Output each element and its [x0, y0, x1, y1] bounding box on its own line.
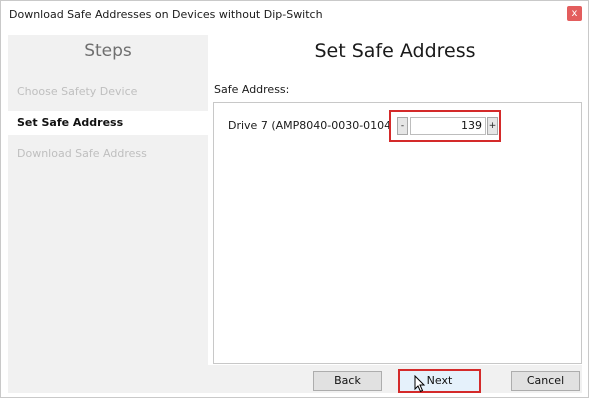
safe-address-stepper: - 139 +: [389, 110, 501, 142]
safe-address-input[interactable]: 139: [410, 117, 486, 135]
next-button[interactable]: Next: [398, 369, 481, 393]
cancel-button[interactable]: Cancel: [511, 371, 580, 391]
step-download-safe-address: Download Safe Address: [17, 147, 147, 160]
step-choose-safety-device: Choose Safety Device: [17, 85, 138, 98]
step-set-safe-address: Set Safe Address: [8, 111, 208, 135]
increment-button[interactable]: +: [487, 117, 498, 135]
back-button[interactable]: Back: [313, 371, 382, 391]
window-title: Download Safe Addresses on Devices witho…: [9, 8, 323, 21]
close-button[interactable]: x: [567, 6, 582, 21]
steps-panel: Steps Choose Safety Device Set Safe Addr…: [8, 35, 208, 365]
decrement-button[interactable]: -: [397, 117, 408, 135]
device-name-label: Drive 7 (AMP8040-0030-0104): [228, 119, 396, 132]
button-bar: [8, 365, 582, 393]
title-bar: Download Safe Addresses on Devices witho…: [1, 1, 588, 29]
safe-address-label: Safe Address:: [214, 83, 290, 96]
steps-title: Steps: [84, 41, 132, 61]
page-title: Set Safe Address: [314, 40, 476, 62]
